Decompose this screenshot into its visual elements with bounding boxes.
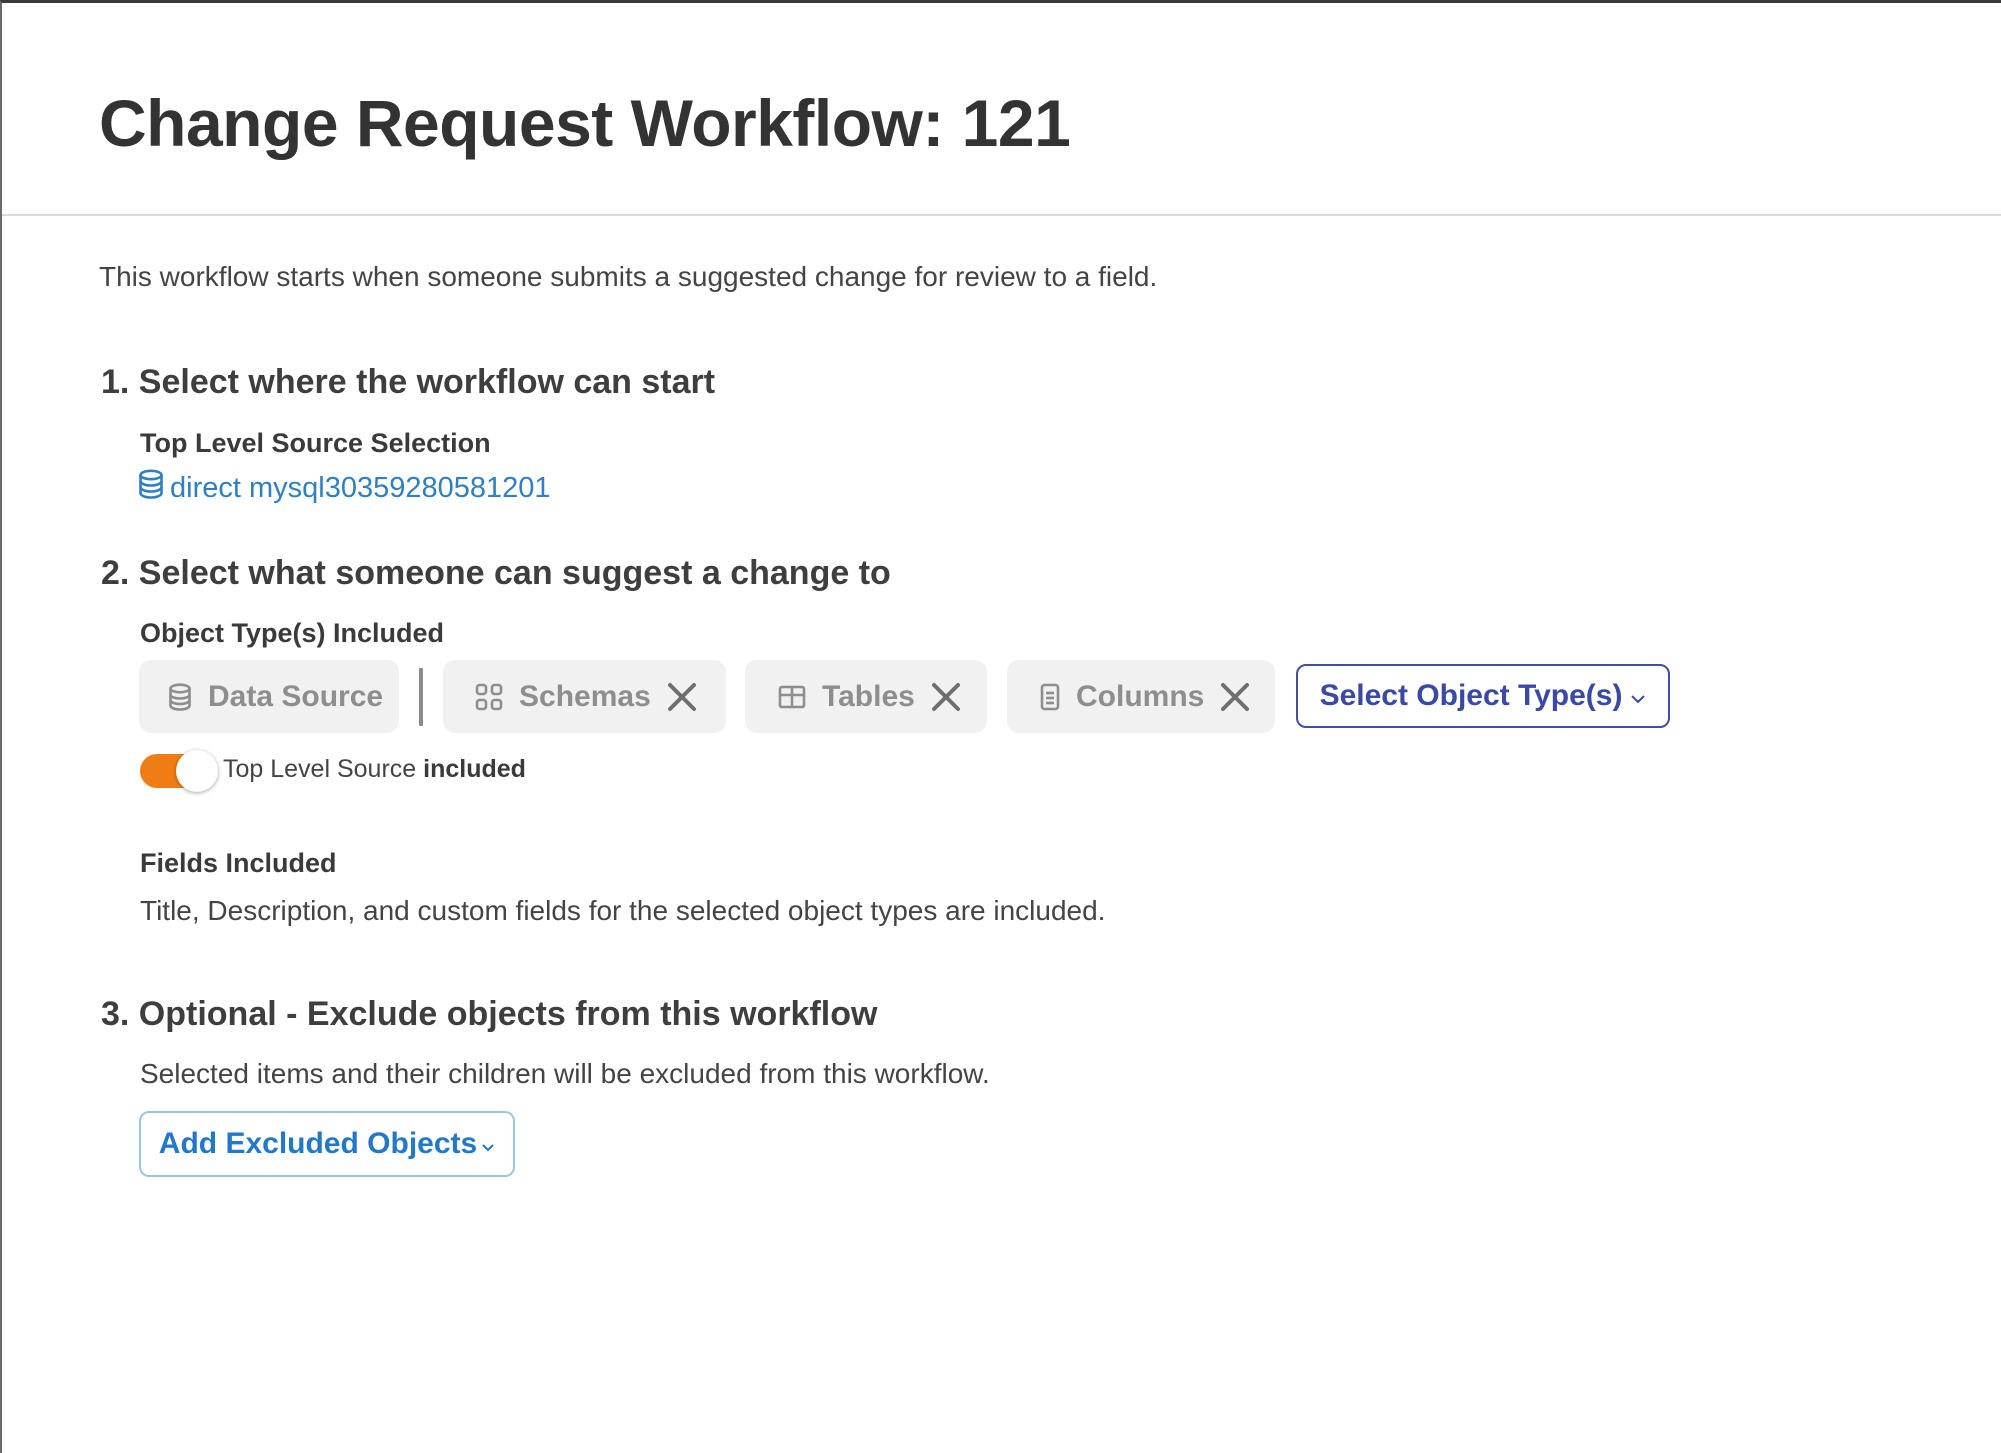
chevron-down-icon: [481, 1127, 495, 1161]
remove-columns-icon[interactable]: [1220, 682, 1250, 712]
chip-schemas: Schemas: [443, 660, 726, 733]
chip-tables: Tables: [745, 660, 987, 733]
source-name: direct mysql30359280581201: [170, 471, 551, 504]
step-2-heading: 2. Select what someone can suggest a cha…: [101, 554, 891, 592]
object-types-label: Object Type(s) Included: [140, 618, 445, 648]
chip-data-source: Data Source: [139, 660, 399, 733]
top-level-source-label: Top Level Source Selection: [140, 428, 491, 458]
add-excluded-objects-button[interactable]: Add Excluded Objects: [139, 1111, 515, 1177]
top-level-source-link[interactable]: direct mysql30359280581201: [138, 469, 551, 507]
fields-included-label: Fields Included: [140, 848, 337, 878]
fields-included-text: Title, Description, and custom fields fo…: [140, 895, 1106, 926]
column-icon: [1040, 683, 1060, 711]
select-object-types-label: Select Object Type(s): [1319, 679, 1623, 712]
page-header: Change Request Workflow: 121: [2, 3, 2001, 216]
add-excluded-objects-label: Add Excluded Objects: [158, 1127, 478, 1160]
chevron-down-icon: [1630, 679, 1646, 713]
chip-columns: Columns: [1007, 660, 1275, 733]
database-icon: [168, 682, 192, 711]
table-icon: [778, 685, 806, 709]
select-object-types-button[interactable]: Select Object Type(s): [1296, 664, 1670, 728]
chip-label: Columns: [1076, 679, 1205, 713]
step-3-heading: 3. Optional - Exclude objects from this …: [101, 995, 878, 1033]
remove-tables-icon[interactable]: [931, 682, 961, 712]
chip-label: Schemas: [519, 679, 651, 713]
toggle-label: Top Level Source included: [223, 755, 526, 784]
toggle-knob: [176, 750, 218, 792]
database-icon: [138, 469, 164, 507]
chip-label: Tables: [822, 679, 915, 713]
workflow-description: This workflow starts when someone submit…: [99, 261, 1158, 292]
toggle-status-text: included: [423, 755, 526, 783]
exclude-description: Selected items and their children will b…: [140, 1058, 990, 1089]
top-level-source-toggle[interactable]: [140, 750, 218, 792]
chip-label: Data Source: [208, 679, 384, 713]
chip-divider: [419, 668, 423, 726]
workflow-page: Change Request Workflow: 121 This workfl…: [0, 0, 2001, 1453]
page-title: Change Request Workflow: 121: [99, 86, 1071, 160]
step-1-heading: 1. Select where the workflow can start: [101, 363, 716, 401]
grid-icon: [475, 683, 503, 711]
toggle-label-text: Top Level Source: [223, 755, 417, 783]
remove-schemas-icon[interactable]: [667, 682, 697, 712]
